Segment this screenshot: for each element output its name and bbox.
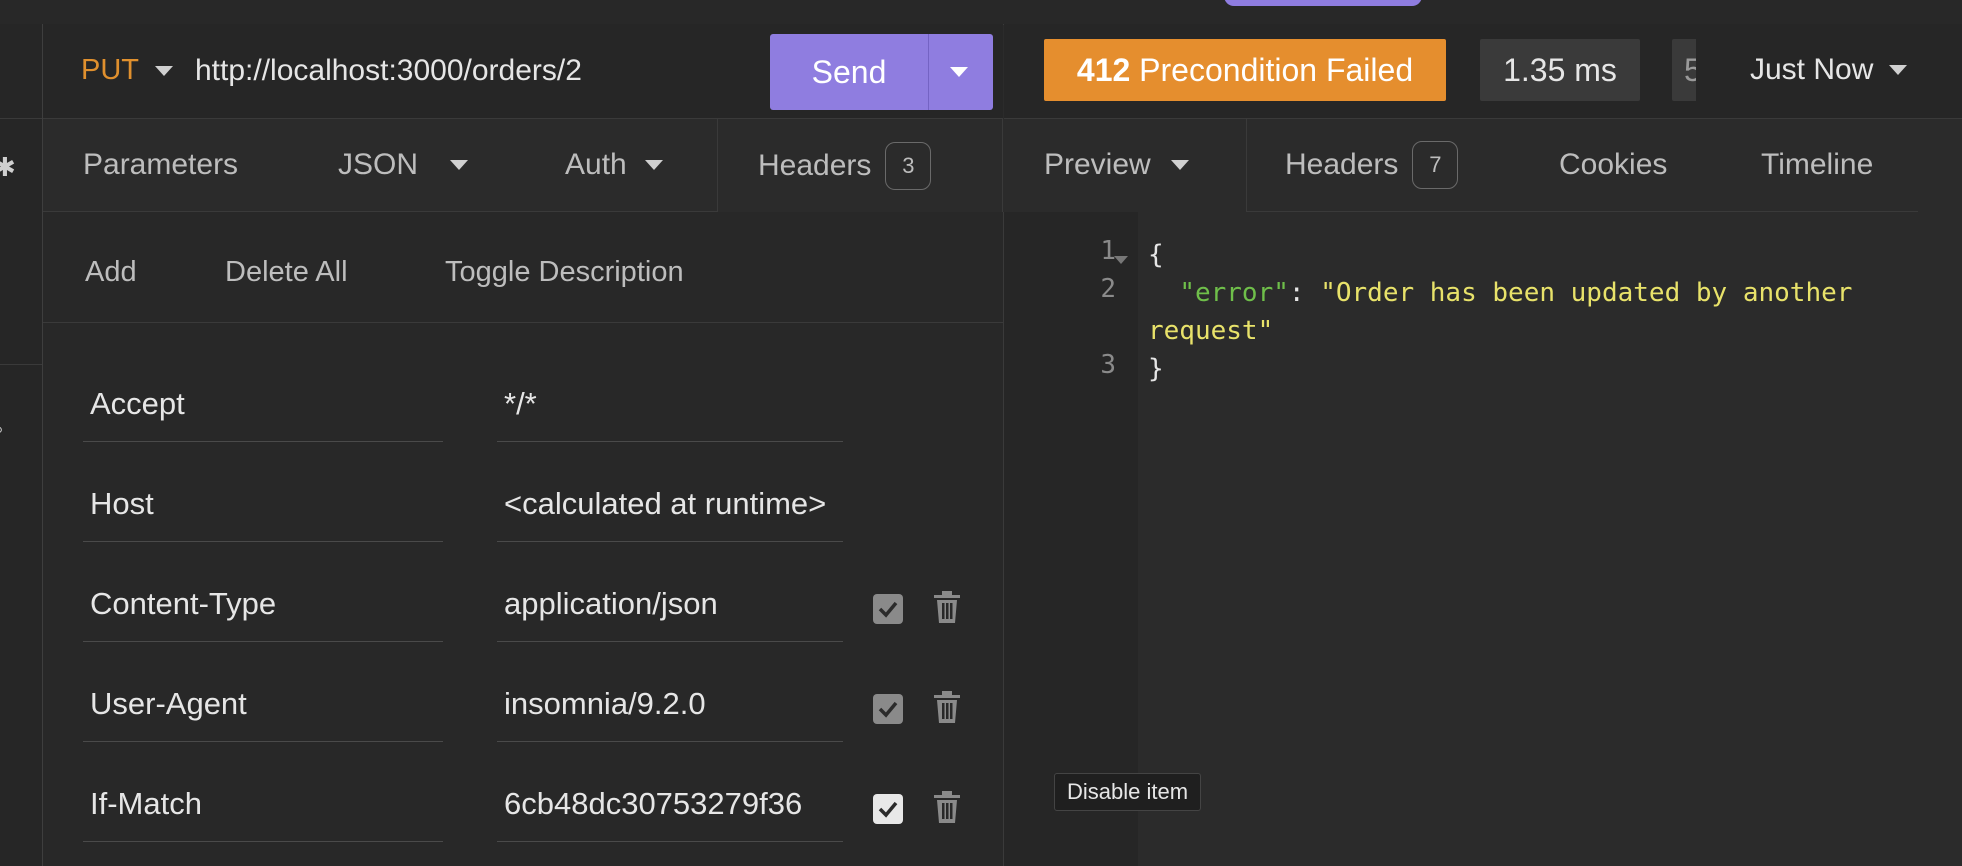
toggle-description-button[interactable]: Toggle Description	[445, 256, 684, 289]
header-row: If-Match 6cb48dc30753279f36	[43, 752, 1003, 852]
delete-all-button[interactable]: Delete All	[225, 256, 348, 289]
request-url-bar: PUT http://localhost:3000/orders/2 Send	[43, 24, 1003, 119]
tab-label: Headers	[1285, 148, 1399, 181]
tab-label: JSON	[338, 148, 419, 181]
headers-count-badge: 3	[885, 141, 932, 190]
header-name-field[interactable]: Accept	[83, 382, 443, 442]
chevron-down-icon	[644, 160, 663, 170]
send-divider	[928, 34, 929, 110]
response-history-dropdown[interactable]: Just Now	[1696, 39, 1962, 101]
tab-preview[interactable]: Preview	[1044, 119, 1189, 211]
line-number: 2	[1100, 274, 1116, 304]
status-code: 412	[1076, 52, 1131, 88]
fold-arrow-icon[interactable]	[1114, 256, 1128, 264]
code-line: {	[1148, 236, 1164, 274]
send-options-chevron-icon[interactable]	[950, 67, 968, 77]
header-name-field[interactable]: If-Match	[83, 782, 443, 842]
send-button[interactable]: Send	[770, 34, 928, 110]
tab-cookies[interactable]: Cookies	[1559, 119, 1667, 211]
trash-icon[interactable]	[933, 690, 961, 724]
line-number: 3	[1100, 350, 1116, 380]
header-row: Accept */*	[43, 352, 1003, 452]
response-tabs: Preview Headers 7 Cookies Timeline	[1004, 119, 1962, 212]
tab-label: Headers	[758, 148, 872, 182]
send-button-group: Send	[770, 34, 993, 110]
sidebar-divider	[0, 118, 42, 119]
header-value-field[interactable]: insomnia/9.2.0	[497, 682, 843, 742]
trash-icon[interactable]	[933, 590, 961, 624]
top-tab-highlight	[1224, 0, 1422, 6]
history-label: Just Now	[1750, 53, 1874, 86]
add-header-button[interactable]: Add	[85, 256, 137, 289]
json-punctuation: }	[1148, 354, 1164, 384]
code-line-wrap: request"	[1148, 312, 1273, 350]
tab-parameters[interactable]: Parameters	[83, 119, 238, 211]
request-tabs: Parameters JSON Auth Headers 3	[43, 119, 1003, 212]
response-headers-count-badge: 7	[1412, 141, 1459, 189]
tab-timeline[interactable]: Timeline	[1761, 119, 1873, 211]
json-string: "Order has been updated by another	[1320, 278, 1853, 308]
chevron-down-icon	[1889, 65, 1908, 75]
header-value-field[interactable]: <calculated at runtime>	[497, 482, 843, 542]
response-body-viewer: 1 2 3 { "error": "Order has been updated…	[1004, 212, 1962, 866]
header-row: Content-Type application/json	[43, 552, 1003, 652]
tab-label: Auth	[565, 148, 627, 181]
header-name-field[interactable]: User-Agent	[83, 682, 443, 742]
header-actions: Add Delete All Toggle Description	[43, 212, 1003, 323]
json-punctuation: {	[1148, 240, 1164, 270]
enable-header-checkbox[interactable]	[873, 694, 903, 724]
enable-header-checkbox[interactable]	[873, 794, 903, 824]
json-space	[1305, 278, 1321, 308]
line-number: 1	[1100, 236, 1116, 266]
tab-headers[interactable]: Headers 3	[717, 119, 1003, 212]
header-name-field[interactable]: Content-Type	[83, 582, 443, 642]
status-text: Precondition Failed	[1139, 52, 1414, 88]
tab-label: Preview	[1044, 148, 1151, 181]
tab-response-headers[interactable]: Headers 7	[1285, 119, 1459, 211]
enable-header-checkbox[interactable]	[873, 594, 903, 624]
json-punctuation: :	[1288, 278, 1305, 308]
code-line: "error": "Order has been updated by anot…	[1148, 274, 1852, 312]
tab-label: Cookies	[1559, 148, 1668, 181]
json-string: request"	[1148, 316, 1274, 346]
header-value-field[interactable]: 6cb48dc30753279f36	[497, 782, 843, 842]
url-input[interactable]: http://localhost:3000/orders/2	[195, 54, 582, 88]
left-sidebar-edge: ✱ ◦	[0, 24, 43, 866]
header-name-field[interactable]: Host	[83, 482, 443, 542]
tab-label: Parameters	[83, 148, 239, 181]
code-line: }	[1148, 350, 1164, 388]
header-row: User-Agent insomnia/9.2.0	[43, 652, 1003, 752]
header-value-field[interactable]: application/json	[497, 582, 843, 642]
tab-label: Timeline	[1761, 148, 1874, 181]
tab-auth[interactable]: Auth	[565, 119, 663, 211]
header-row: Host <calculated at runtime>	[43, 452, 1003, 552]
chevron-down-icon	[1170, 160, 1189, 170]
check-icon	[878, 601, 898, 618]
chevron-down-icon	[450, 160, 469, 170]
status-badge: 412 Precondition Failed	[1044, 39, 1446, 101]
sidebar-partial-icon[interactable]: ◦	[0, 414, 3, 445]
tab-json[interactable]: JSON	[338, 119, 469, 211]
window-top-strip	[0, 0, 1962, 25]
check-icon	[878, 801, 898, 818]
response-time-badge: 1.35 ms	[1480, 39, 1640, 101]
method-label: PUT	[81, 54, 139, 86]
method-selector[interactable]: PUT	[81, 54, 173, 87]
sidebar-partial-icon[interactable]: ✱	[0, 152, 16, 183]
header-value-field[interactable]: */*	[497, 382, 843, 442]
headers-editor: Add Delete All Toggle Description Accept…	[43, 212, 1004, 866]
trash-icon[interactable]	[933, 790, 961, 824]
tooltip: Disable item	[1054, 773, 1202, 811]
response-status-bar: 412 Precondition Failed 1.35 ms 5 Just N…	[1004, 24, 1962, 119]
sidebar-divider	[0, 364, 42, 365]
json-key: "error"	[1179, 278, 1289, 308]
line-number-gutter	[1004, 212, 1138, 866]
check-icon	[878, 701, 898, 718]
chevron-down-icon	[155, 65, 173, 76]
